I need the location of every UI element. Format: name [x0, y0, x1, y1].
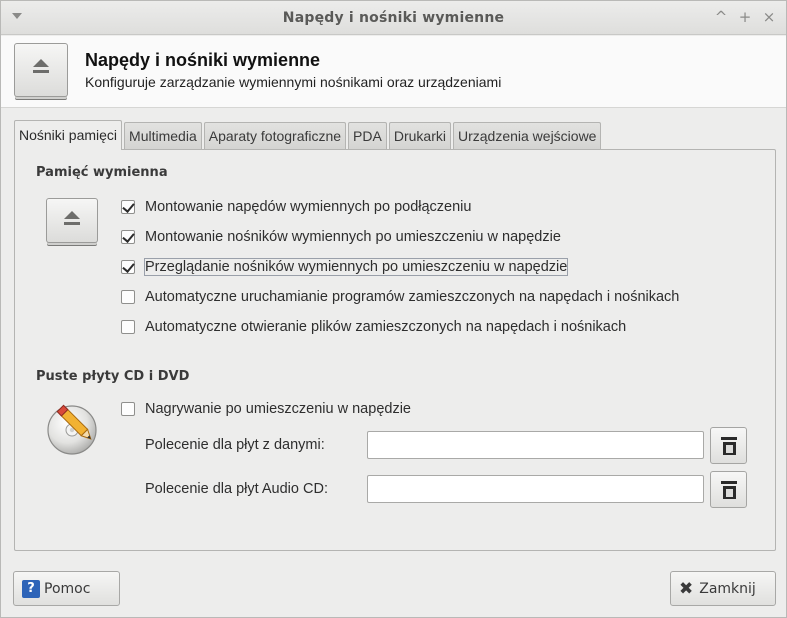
- browse-icon: [720, 436, 737, 455]
- help-button[interactable]: ? Pomoc: [13, 571, 120, 606]
- close-window-button[interactable]: ×: [762, 8, 776, 26]
- burn-on-insert-checkbox[interactable]: Nagrywanie po umieszczeniu w napędzie: [121, 398, 411, 420]
- header-title: Napędy i nośniki wymienne: [85, 50, 321, 70]
- tab-bar: Nośniki pamięci Multimedia Aparaty fotog…: [14, 120, 602, 150]
- checkbox-box[interactable]: [121, 260, 135, 274]
- window-title: Napędy i nośniki wymienne: [282, 10, 505, 26]
- autoopen-files-checkbox[interactable]: Automatyczne otwieranie plików zamieszcz…: [121, 316, 626, 338]
- mount-media-checkbox[interactable]: Montowanie nośników wymiennych po umiesz…: [121, 226, 561, 248]
- dialog-window: Napędy i nośniki wymienne ^ + × Napędy i…: [0, 0, 787, 618]
- checkbox-box[interactable]: [121, 200, 135, 214]
- browse-media-checkbox[interactable]: Przeglądanie nośników wymiennych po umie…: [121, 256, 569, 278]
- checkbox-box[interactable]: [121, 290, 135, 304]
- checkbox-box[interactable]: [121, 320, 135, 334]
- dialog-header: Napędy i nośniki wymienne Konfiguruje za…: [1, 36, 786, 108]
- tab-printers[interactable]: Drukarki: [388, 122, 451, 149]
- disc-burn-icon: [47, 404, 97, 455]
- removable-storage-heading: Pamięć wymienna: [36, 165, 168, 180]
- eject-icon: [46, 198, 98, 243]
- help-icon: ?: [22, 579, 40, 598]
- minimize-button[interactable]: ^: [714, 8, 728, 26]
- audio-cd-browse-button[interactable]: [710, 471, 747, 508]
- maximize-button[interactable]: +: [738, 8, 752, 26]
- autorun-programs-checkbox[interactable]: Automatyczne uruchamianie programów zami…: [121, 286, 679, 308]
- checkbox-box[interactable]: [121, 402, 135, 416]
- blank-discs-heading: Puste płyty CD i DVD: [36, 369, 190, 384]
- help-button-label: Pomoc: [44, 580, 91, 597]
- close-button-label: Zamknij: [699, 580, 756, 597]
- tab-multimedia[interactable]: Multimedia: [124, 122, 202, 149]
- close-icon: ✖: [679, 578, 694, 599]
- header-subtitle: Konfiguruje zarządzanie wymiennymi nośni…: [85, 74, 502, 90]
- tab-cameras[interactable]: Aparaty fotograficzne: [203, 122, 347, 149]
- tab-storage[interactable]: Nośniki pamięci: [14, 120, 123, 150]
- data-disc-command-label: Polecenie dla płyt z danymi:: [145, 437, 325, 453]
- mount-drives-checkbox[interactable]: Montowanie napędów wymiennych po podłącz…: [121, 196, 471, 218]
- data-disc-browse-button[interactable]: [710, 427, 747, 464]
- audio-cd-command-label: Polecenie dla płyt Audio CD:: [145, 481, 328, 497]
- audio-cd-command-input[interactable]: [367, 475, 704, 503]
- browse-icon: [720, 480, 737, 499]
- tab-pda[interactable]: PDA: [348, 122, 387, 149]
- eject-icon: [14, 43, 68, 97]
- checkbox-box[interactable]: [121, 230, 135, 244]
- tab-input-devices[interactable]: Urządzenia wejściowe: [452, 122, 602, 149]
- close-button[interactable]: ✖ Zamknij: [670, 571, 776, 606]
- data-disc-command-input[interactable]: [367, 431, 704, 459]
- title-bar[interactable]: Napędy i nośniki wymienne ^ + ×: [1, 1, 786, 35]
